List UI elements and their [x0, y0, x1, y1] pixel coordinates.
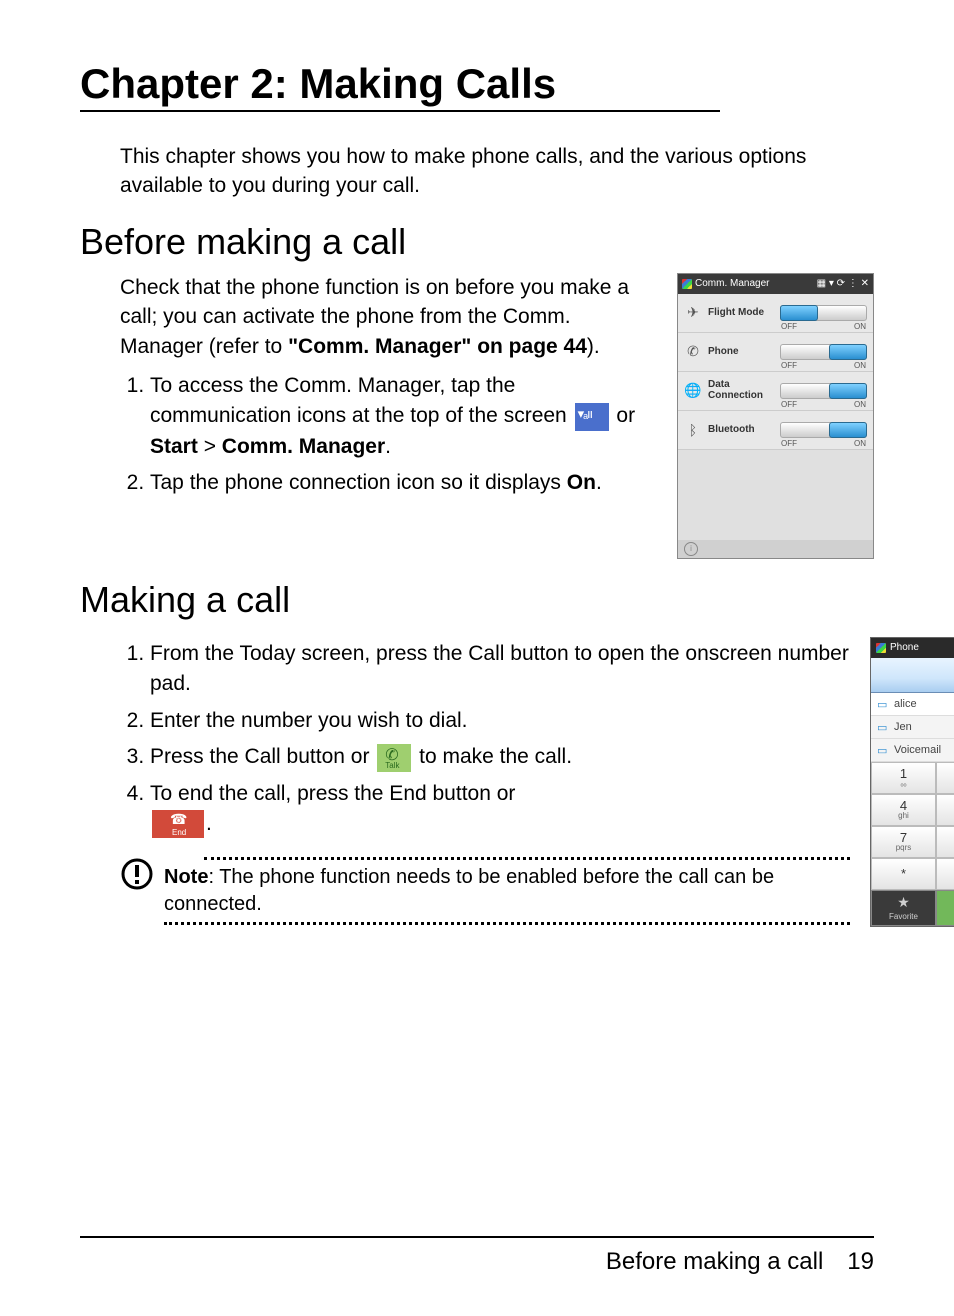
- contact-name: alice: [894, 698, 917, 710]
- end-button-icon: [152, 810, 204, 838]
- dialer-bottom-row: ★Favorite✆Talk▯≡Call History: [871, 890, 954, 926]
- step-1-2: Tap the phone connection icon so it disp…: [150, 468, 657, 498]
- step-2-1: From the Today screen, press the Call bu…: [150, 639, 850, 700]
- chapter-title: Chapter 2: Making Calls: [80, 60, 720, 112]
- toggle-row: 🌐 Data Connection OFFON: [678, 372, 873, 411]
- row-icon: ✈: [684, 304, 702, 321]
- phone-dialer-screenshot: Phone ⇄ ▾ 🔊 3:04 ✕ ⟸ ▭alice·▯·▭Jen▭Voice…: [870, 637, 954, 927]
- shot1-title: Comm. Manager: [695, 278, 769, 289]
- note-block: Note: The phone function needs to be ena…: [120, 857, 850, 925]
- section-making-title: Making a call: [80, 579, 874, 621]
- row-label: Flight Mode: [708, 308, 774, 319]
- dial-key: 2abc: [936, 762, 954, 794]
- dial-key: 7pqrs: [871, 826, 936, 858]
- contact-icon: ▭: [877, 744, 889, 756]
- start-flag-icon: [682, 279, 692, 289]
- s4-pre: To end the call, press the End button or: [150, 782, 515, 805]
- step-2-3: Press the Call button or to make the cal…: [150, 742, 850, 772]
- shot2-titlebar: Phone ⇄ ▾ 🔊 3:04 ✕: [871, 638, 954, 658]
- dial-key: 5jkl: [936, 794, 954, 826]
- section1-steps: To access the Comm. Manager, tap the com…: [120, 371, 657, 499]
- footer-page-number: 19: [847, 1248, 874, 1275]
- dial-number-display: ⟸: [871, 658, 954, 693]
- contact-icon: ▭: [877, 721, 889, 733]
- shot1-titlebar: Comm. Manager ▦ ▾ ⟳ ⋮ ✕: [678, 274, 873, 294]
- info-icon: i: [684, 542, 698, 556]
- row-icon: ᛒ: [684, 422, 702, 438]
- s2-on: On: [567, 471, 596, 494]
- start-flag-icon-2: [876, 643, 886, 653]
- s4-post: .: [206, 812, 212, 835]
- status-bar-icon: [575, 403, 609, 431]
- row-label: Data Connection: [708, 380, 774, 401]
- s1-pre: To access the Comm. Manager, tap the com…: [150, 374, 573, 427]
- dial-key: 4ghi: [871, 794, 936, 826]
- dial-keypad: 1ₒₒ2abc3def4ghi5jkl6mno7pqrs8tuv9wxyz*0+…: [871, 762, 954, 890]
- note-text: Note: The phone function needs to be ena…: [164, 860, 850, 922]
- s1-end: .: [385, 435, 391, 458]
- row-icon: 🌐: [684, 382, 702, 399]
- contact-icon: ▭: [877, 698, 889, 710]
- s2-end: .: [596, 471, 602, 494]
- section1-post: ).: [587, 335, 600, 358]
- contact-row: ▭ Voicemail: [871, 739, 954, 762]
- step-2-2: Enter the number you wish to dial.: [150, 706, 850, 736]
- comm-manager-xref[interactable]: "Comm. Manager" on page 44: [288, 335, 587, 358]
- shot1-empty: [678, 450, 873, 540]
- attention-icon: [120, 857, 154, 891]
- s2-pre: Tap the phone connection icon so it disp…: [150, 471, 567, 494]
- s3-pre: Press the Call button or: [150, 745, 375, 768]
- note-body: : The phone function needs to be enabled…: [164, 866, 774, 915]
- row-label: Phone: [708, 347, 774, 358]
- step-1-1: To access the Comm. Manager, tap the com…: [150, 371, 657, 462]
- section2-steps: From the Today screen, press the Call bu…: [120, 639, 850, 840]
- toggle-slider: OFFON: [780, 383, 867, 399]
- contact-name: Voicemail: [894, 744, 941, 756]
- dial-key: 8tuv: [936, 826, 954, 858]
- s1-cm: Comm. Manager: [222, 435, 385, 458]
- chapter-intro: This chapter shows you how to make phone…: [120, 142, 850, 201]
- dial-key: 0+: [936, 858, 954, 890]
- dial-key: 1ₒₒ: [871, 762, 936, 794]
- contact-list: ▭alice·▯·▭Jen▭Voicemail: [871, 693, 954, 762]
- shot2-title: Phone: [890, 642, 919, 653]
- dial-key: *: [871, 858, 936, 890]
- s1-gt: >: [198, 435, 222, 458]
- shot1-bottom: i: [678, 540, 873, 558]
- contact-name: Jen: [894, 721, 912, 733]
- dialer-bottom-button: ★Favorite: [871, 890, 936, 926]
- toggle-slider: OFFON: [780, 344, 867, 360]
- s1-mid: or: [611, 404, 636, 427]
- row-icon: ✆: [684, 343, 702, 360]
- dialer-bottom-button: ✆Talk: [936, 890, 954, 926]
- step-2-4: To end the call, press the End button or…: [150, 779, 850, 840]
- toggle-row: ᛒ Bluetooth OFFON: [678, 411, 873, 450]
- footer-section: Before making a call: [606, 1248, 823, 1275]
- toggle-row: ✈ Flight Mode OFFON: [678, 294, 873, 333]
- s3-post: to make the call.: [413, 745, 572, 768]
- talk-button-icon: [377, 744, 411, 772]
- comm-manager-screenshot: Comm. Manager ▦ ▾ ⟳ ⋮ ✕ ✈ Flight Mode OF…: [677, 273, 874, 559]
- shot1-status-icons: ▦ ▾ ⟳ ⋮ ✕: [817, 278, 869, 289]
- note-bottom-rule: [164, 922, 850, 925]
- contact-row: ▭ Jen: [871, 716, 954, 739]
- section-before-title: Before making a call: [80, 221, 874, 263]
- s1-start: Start: [150, 435, 198, 458]
- toggle-slider: OFFON: [780, 305, 867, 321]
- toggle-row: ✆ Phone OFFON: [678, 333, 873, 372]
- toggle-slider: OFFON: [780, 422, 867, 438]
- page-footer: Before making a call 19: [80, 1236, 874, 1276]
- note-label: Note: [164, 866, 208, 888]
- row-label: Bluetooth: [708, 425, 774, 436]
- contact-row: ▭alice·▯·: [871, 693, 954, 716]
- section1-body: Check that the phone function is on befo…: [120, 273, 657, 361]
